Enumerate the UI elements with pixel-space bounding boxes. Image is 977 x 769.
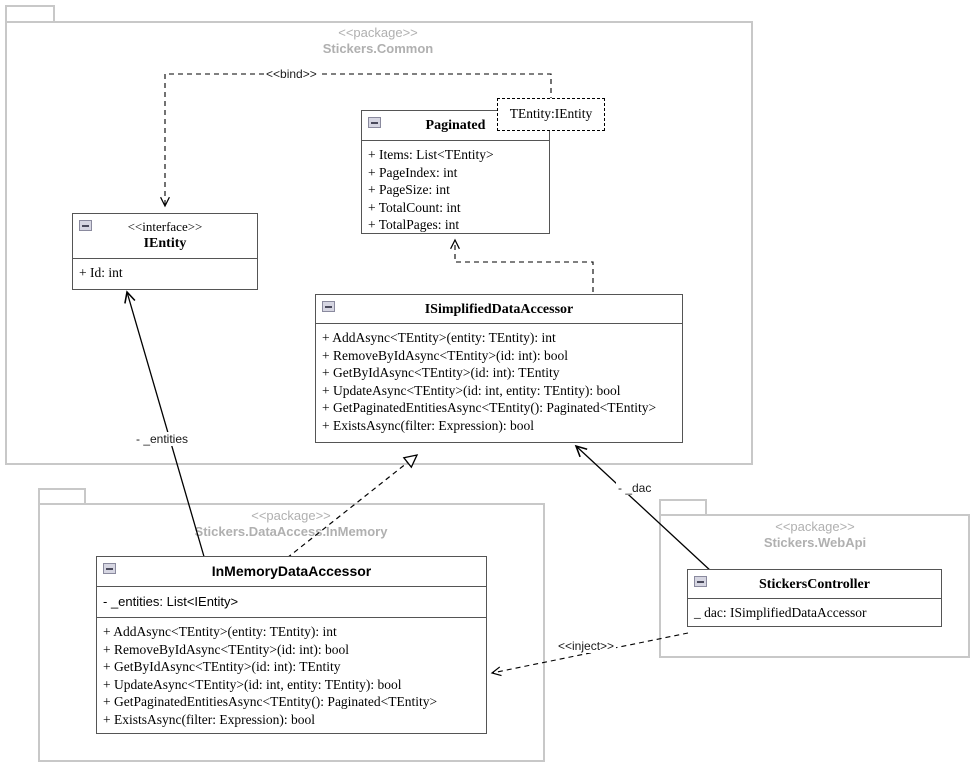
operation-row: + GetByIdAsync<TEntity>(id: int): TEntit… — [322, 365, 560, 380]
attribute-row: + PageIndex: int — [368, 164, 458, 180]
template-parameter-tentity: TEntity:IEntity — [497, 98, 605, 131]
collapse-icon[interactable] — [368, 117, 381, 128]
collapse-icon[interactable] — [79, 220, 92, 231]
class-stickerscontroller[interactable]: StickersController _ dac: ISimplifiedDat… — [687, 569, 942, 627]
class-ientity-title: IEntity — [143, 236, 187, 251]
operation-row: + GetByIdAsync<TEntity>(id: int): TEntit… — [103, 659, 341, 674]
package-tab-webapi — [659, 499, 707, 515]
edge-label-inject: <<inject>> — [556, 639, 617, 653]
attribute-row: + Items: List<TEntity> — [368, 147, 494, 162]
operation-row: + RemoveByIdAsync<TEntity>(id: int): boo… — [322, 347, 568, 363]
class-isimplifieddataaccessor[interactable]: ISimplifiedDataAccessor + AddAsync<TEnti… — [315, 294, 683, 443]
operation-row: + UpdateAsync<TEntity>(id: int, entity: … — [322, 382, 621, 398]
edge-label-dac-text: - _dac — [618, 481, 652, 495]
attribute-row: - _entities: List<IEntity> — [103, 594, 239, 609]
edge-label-entities-text: - _entities — [136, 432, 189, 446]
operation-row: + ExistsAsync(filter: Expression): bool — [103, 711, 315, 727]
class-stickerscontroller-attributes: _ dac: ISimplifiedDataAccessor — [688, 599, 941, 628]
operation-row: + GetPaginatedEntitiesAsync<TEntity(): P… — [103, 694, 438, 709]
edge-label-inject-text: <<inject>> — [558, 639, 615, 653]
class-isimplifieddataaccessor-title: ISimplifiedDataAccessor — [424, 302, 574, 317]
class-isimplifieddataaccessor-header: ISimplifiedDataAccessor — [316, 295, 682, 324]
edge-label-bind: <<bind>> — [264, 67, 319, 81]
class-inmemorydataaccessor-operations: + AddAsync<TEntity>(entity: TEntity): in… — [97, 617, 486, 734]
operation-row: + ExistsAsync(filter: Expression): bool — [322, 417, 534, 433]
class-ientity-stereotype: <<interface>> — [127, 219, 203, 234]
operation-row: + AddAsync<TEntity>(entity: TEntity): in… — [103, 624, 337, 639]
package-tab-inmemory — [38, 488, 86, 504]
uml-class-diagram: <<package>> Stickers.Common TEntity:IEnt… — [0, 0, 977, 769]
operation-row: + GetPaginatedEntitiesAsync<TEntity(): P… — [322, 400, 657, 415]
class-inmemorydataaccessor-title: InMemoryDataAccessor — [211, 563, 372, 579]
operation-row: + AddAsync<TEntity>(entity: TEntity): in… — [322, 330, 556, 345]
collapse-icon[interactable] — [322, 301, 335, 312]
attribute-row: _ dac: ISimplifiedDataAccessor — [694, 605, 867, 620]
class-ientity-attributes: + Id: int — [73, 259, 257, 288]
class-ientity-header: <<interface>> IEntity — [73, 214, 257, 259]
edge-label-bind-text: <<bind>> — [266, 67, 317, 81]
operation-row: + UpdateAsync<TEntity>(id: int, entity: … — [103, 676, 402, 692]
edge-label-dac: - _dac — [616, 481, 654, 495]
class-inmemorydataaccessor-header: InMemoryDataAccessor — [97, 557, 486, 587]
collapse-icon[interactable] — [694, 576, 707, 587]
attribute-row: + TotalPages: int — [368, 217, 460, 232]
attribute-row: + Id: int — [79, 265, 123, 280]
attribute-row: + PageSize: int — [368, 182, 450, 197]
operation-row: + RemoveByIdAsync<TEntity>(id: int): boo… — [103, 641, 349, 657]
class-inmemorydataaccessor-attributes: - _entities: List<IEntity> — [97, 587, 486, 617]
template-parameter-label: TEntity:IEntity — [509, 106, 593, 121]
attribute-row: + TotalCount: int — [368, 199, 461, 215]
class-ientity[interactable]: <<interface>> IEntity + Id: int — [72, 213, 258, 290]
class-stickerscontroller-header: StickersController — [688, 570, 941, 599]
class-stickerscontroller-title: StickersController — [759, 577, 870, 592]
class-isimplifieddataaccessor-operations: + AddAsync<TEntity>(entity: TEntity): in… — [316, 324, 682, 440]
edge-label-entities: - _entities — [134, 432, 191, 446]
class-inmemorydataaccessor[interactable]: InMemoryDataAccessor - _entities: List<I… — [96, 556, 487, 734]
collapse-icon[interactable] — [103, 563, 116, 574]
package-tab-common — [5, 5, 55, 22]
class-paginated-attributes: + Items: List<TEntity> + PageIndex: int … — [362, 141, 549, 240]
